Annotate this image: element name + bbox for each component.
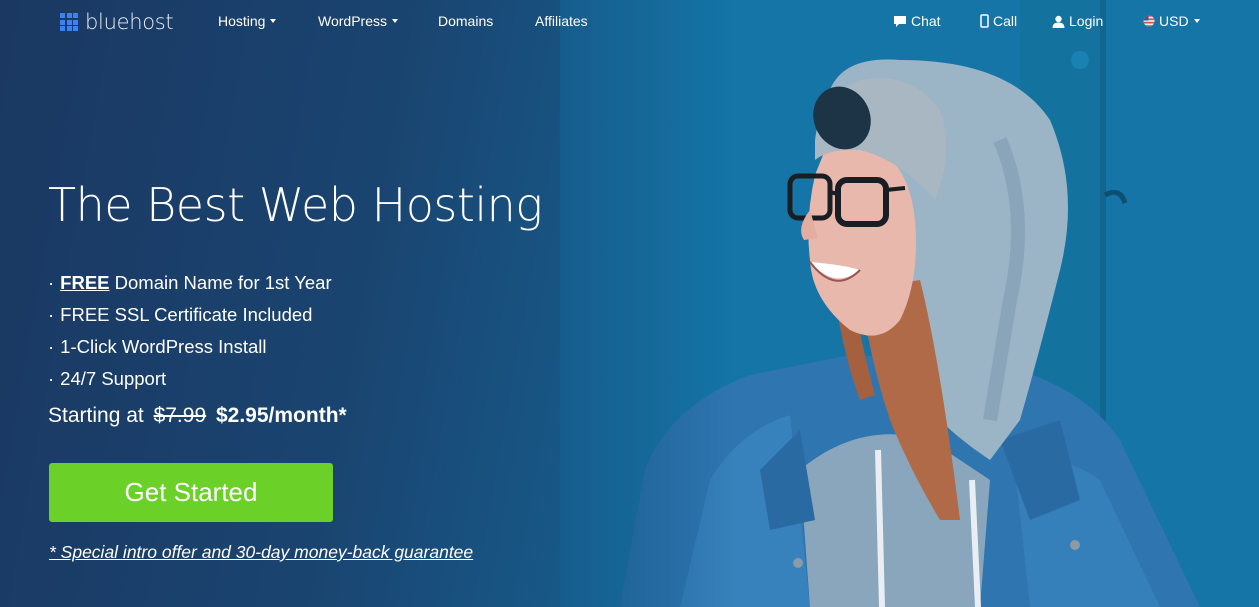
bullet: · xyxy=(48,304,55,325)
feature-item: · 1-Click WordPress Install xyxy=(48,331,332,363)
us-flag-icon xyxy=(1143,15,1155,27)
caret-down-icon xyxy=(391,19,398,23)
top-navigation: bluehost Hosting WordPress Domains Affil… xyxy=(0,0,1259,44)
nav-login-label: Login xyxy=(1069,13,1104,29)
feature-text: 1-Click WordPress Install xyxy=(60,336,267,357)
feature-text: Domain Name for 1st Year xyxy=(109,272,332,293)
bluehost-logo[interactable]: bluehost xyxy=(60,10,174,34)
mobile-phone-icon xyxy=(980,14,989,28)
feature-item: · 24/7 Support xyxy=(48,363,332,395)
hero-photo xyxy=(560,0,1259,607)
bullet: · xyxy=(48,368,55,389)
feature-text: FREE SSL Certificate Included xyxy=(60,304,313,325)
feature-text: 24/7 Support xyxy=(60,368,167,389)
bullet: · xyxy=(48,336,55,357)
currency-label: USD xyxy=(1159,13,1189,29)
nav-wordpress[interactable]: WordPress xyxy=(318,13,398,29)
offer-terms-link[interactable]: * Special intro offer and 30-day money-b… xyxy=(49,542,473,563)
nav-wordpress-label: WordPress xyxy=(318,13,387,29)
logo-grid-icon xyxy=(60,13,78,31)
nav-affiliates[interactable]: Affiliates xyxy=(535,13,588,29)
nav-chat-label: Chat xyxy=(911,13,941,29)
hero-person-illustration xyxy=(560,0,1259,607)
nav-domains[interactable]: Domains xyxy=(438,13,493,29)
feature-item: · FREE Domain Name for 1st Year xyxy=(48,267,332,299)
pricing-line: Starting at $7.99 $2.95/month* xyxy=(48,404,347,428)
caret-down-icon xyxy=(270,19,277,23)
hero-headline: The Best Web Hosting xyxy=(48,178,543,232)
caret-down-icon xyxy=(1193,19,1200,23)
bullet: · xyxy=(48,272,55,293)
nav-chat[interactable]: Chat xyxy=(893,13,941,29)
feature-list: · FREE Domain Name for 1st Year · FREE SSL… xyxy=(48,267,332,395)
nav-affiliates-label: Affiliates xyxy=(535,13,588,29)
nav-hosting-label: Hosting xyxy=(218,13,266,29)
get-started-button[interactable]: Get Started xyxy=(49,463,333,522)
nav-call[interactable]: Call xyxy=(980,13,1017,29)
nav-domains-label: Domains xyxy=(438,13,494,29)
feature-item: · FREE SSL Certificate Included xyxy=(48,299,332,331)
nav-call-label: Call xyxy=(993,13,1018,29)
chat-bubble-icon xyxy=(894,15,906,27)
old-price: $7.99 xyxy=(153,404,207,427)
price-prefix: Starting at xyxy=(48,404,144,427)
nav-hosting[interactable]: Hosting xyxy=(218,13,277,29)
nav-login[interactable]: Login xyxy=(1052,13,1103,29)
free-domain-link[interactable]: FREE xyxy=(60,272,109,293)
logo-text: bluehost xyxy=(85,10,174,34)
currency-selector[interactable]: USD xyxy=(1143,13,1200,29)
user-icon xyxy=(1052,15,1065,28)
new-price: $2.95/month* xyxy=(215,404,347,427)
